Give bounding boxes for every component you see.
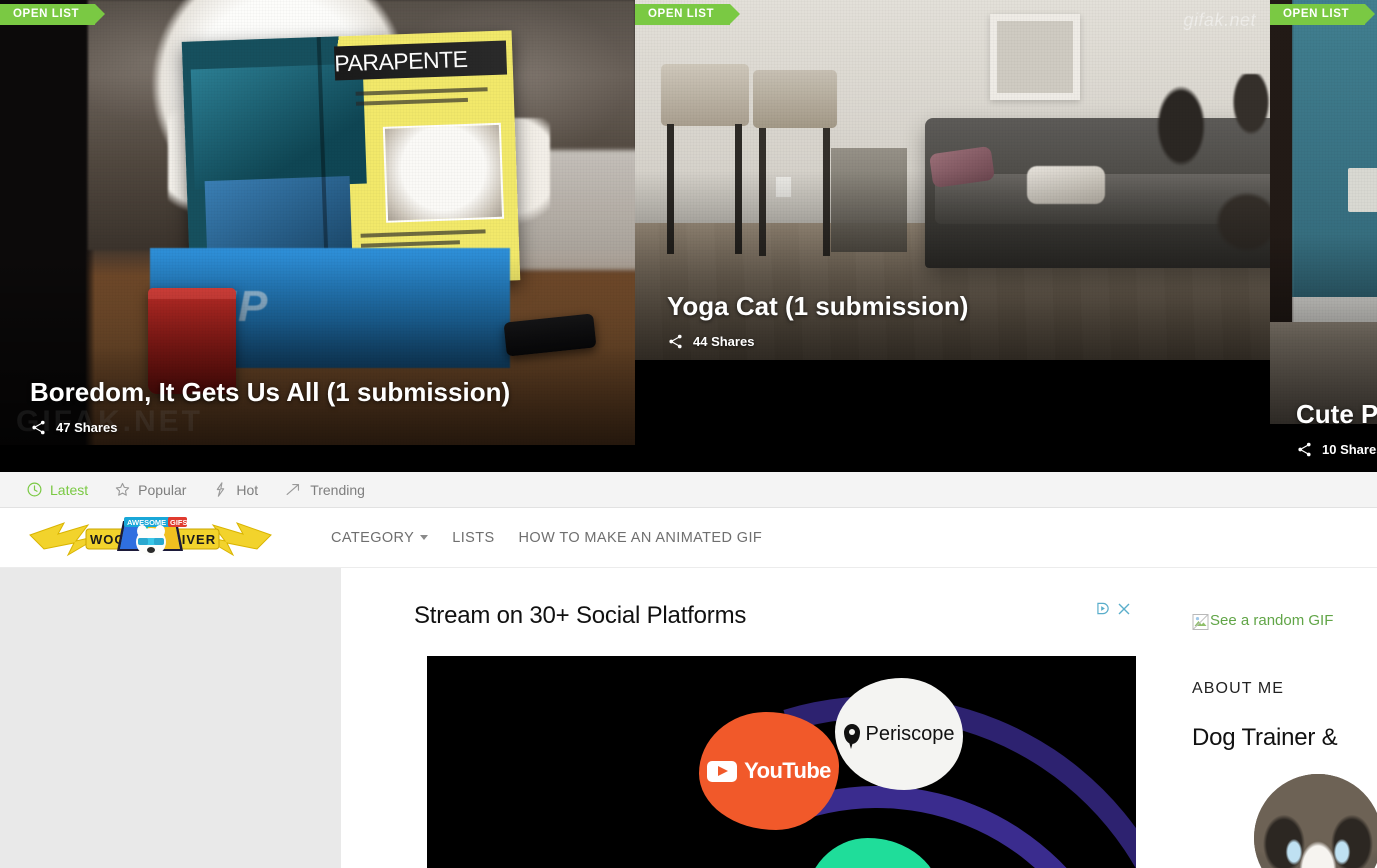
nav-item-how-to-make-an-animated-gif[interactable]: HOW TO MAKE AN ANIMATED GIF bbox=[519, 530, 763, 546]
image-watermark: gifak.net bbox=[1183, 10, 1256, 30]
nav-item-category[interactable]: CATEGORY bbox=[331, 529, 429, 546]
husky-portrait bbox=[1254, 774, 1377, 868]
trend-up-icon bbox=[286, 483, 300, 496]
page-content: Stream on 30+ Social Platforms P YouTube… bbox=[0, 568, 1377, 868]
about-me-subtitle: Dog Trainer & bbox=[1192, 724, 1338, 751]
map-pin-icon bbox=[843, 724, 860, 749]
periscope-label: Periscope bbox=[865, 722, 955, 745]
filter-tab-latest[interactable]: Latest bbox=[26, 472, 88, 508]
hero-card-caption: Yoga Cat (1 submission) 44 Shares bbox=[667, 291, 1246, 350]
clock-icon bbox=[27, 482, 42, 497]
site-logo[interactable]: WOOF DRIVER AWESOME GIFS bbox=[28, 515, 273, 561]
right-sidebar: See a random GIF ABOUT ME Dog Trainer & bbox=[1186, 568, 1377, 868]
random-gif-link[interactable]: See a random GIF bbox=[1192, 612, 1377, 630]
youtube-logo-blob: YouTube bbox=[699, 712, 839, 830]
hero-card-shares: 47 Shares bbox=[30, 419, 611, 436]
hero-card-shares-label: 47 Shares bbox=[56, 420, 118, 435]
filter-tab-label: Hot bbox=[236, 481, 259, 498]
hero-card-caption: Cute P 10 Shares bbox=[1296, 399, 1377, 458]
close-icon[interactable] bbox=[1118, 603, 1130, 615]
main-navigation: CATEGORY LISTS HOW TO MAKE AN ANIMATED G… bbox=[331, 530, 762, 546]
filter-tab-trending[interactable]: Trending bbox=[284, 472, 365, 508]
ad-creative-image[interactable]: P YouTube Periscope Linked in bbox=[427, 656, 1136, 868]
open-list-badge[interactable]: OPEN LIST bbox=[1270, 4, 1376, 25]
nav-item-label: HOW TO MAKE AN ANIMATED GIF bbox=[518, 529, 763, 546]
nav-item-lists[interactable]: LISTS bbox=[452, 530, 494, 546]
ad-controls bbox=[1096, 602, 1130, 615]
site-header: WOOF DRIVER AWESOME GIFS CATEGORY LISTS bbox=[0, 508, 1377, 568]
broken-image-icon bbox=[1192, 614, 1209, 630]
svg-text:GIFS: GIFS bbox=[170, 518, 188, 527]
cute-puppy-photo bbox=[1270, 0, 1377, 424]
open-list-badge[interactable]: OPEN LIST bbox=[0, 4, 106, 25]
featured-hero-strip: PARAPENTE RIP GIFAK.NET OPEN LIST Boredo… bbox=[0, 0, 1377, 472]
filter-tab-label: Trending bbox=[310, 481, 365, 498]
hero-card-title[interactable]: Cute P bbox=[1296, 399, 1377, 430]
filter-tab-popular[interactable]: Popular bbox=[114, 472, 186, 508]
share-icon bbox=[32, 420, 45, 435]
filter-tab-hot[interactable]: Hot bbox=[212, 472, 258, 508]
ad-headline[interactable]: Stream on 30+ Social Platforms bbox=[414, 602, 1186, 630]
hero-card-image[interactable] bbox=[1270, 0, 1377, 424]
hero-card-caption: Boredom, It Gets Us All (1 submission) 4… bbox=[30, 377, 611, 436]
hero-card-shares-label: 44 Shares bbox=[693, 334, 755, 349]
hero-card-shares: 10 Shares bbox=[1296, 441, 1377, 458]
about-me-heading: ABOUT ME bbox=[1192, 680, 1285, 697]
random-gif-label: See a random GIF bbox=[1210, 612, 1334, 629]
hero-card-shares: 44 Shares bbox=[667, 333, 1246, 350]
main-column: Stream on 30+ Social Platforms P YouTube… bbox=[341, 568, 1186, 868]
avatar bbox=[1254, 774, 1377, 868]
play-icon bbox=[707, 760, 738, 782]
woof-driver-logo-icon: WOOF DRIVER AWESOME GIFS bbox=[29, 516, 272, 556]
hero-card-title[interactable]: Yoga Cat (1 submission) bbox=[667, 291, 1246, 322]
adchoices-icon[interactable] bbox=[1096, 602, 1111, 615]
magazine-title: PARAPENTE bbox=[333, 40, 508, 81]
open-list-badge[interactable]: OPEN LIST bbox=[635, 4, 741, 25]
left-sidebar-placeholder bbox=[0, 568, 341, 868]
share-icon bbox=[1298, 442, 1311, 457]
nav-item-label: LISTS bbox=[452, 529, 495, 546]
hero-card-title[interactable]: Boredom, It Gets Us All (1 submission) bbox=[30, 377, 611, 408]
hero-card[interactable]: OPEN LIST Cute P 10 Shares bbox=[1270, 0, 1377, 472]
hero-card[interactable]: gifak.net OPEN LIST Yoga Cat (1 submissi… bbox=[635, 0, 1270, 472]
hero-card[interactable]: PARAPENTE RIP GIFAK.NET OPEN LIST Boredo… bbox=[0, 0, 635, 472]
nav-item-label: CATEGORY bbox=[331, 529, 415, 546]
chevron-down-icon bbox=[420, 535, 429, 540]
star-icon bbox=[115, 482, 130, 496]
filter-tab-label: Latest bbox=[50, 481, 89, 498]
share-icon bbox=[669, 334, 682, 349]
youtube-label: YouTube bbox=[744, 758, 831, 783]
advertisement-unit[interactable]: Stream on 30+ Social Platforms P YouTube… bbox=[341, 568, 1186, 868]
filter-tab-label: Popular bbox=[138, 481, 187, 498]
flame-icon bbox=[217, 482, 225, 497]
hero-card-shares-label: 10 Shares bbox=[1322, 442, 1377, 457]
sort-filter-bar: Latest Popular Hot Trending bbox=[0, 472, 1377, 508]
